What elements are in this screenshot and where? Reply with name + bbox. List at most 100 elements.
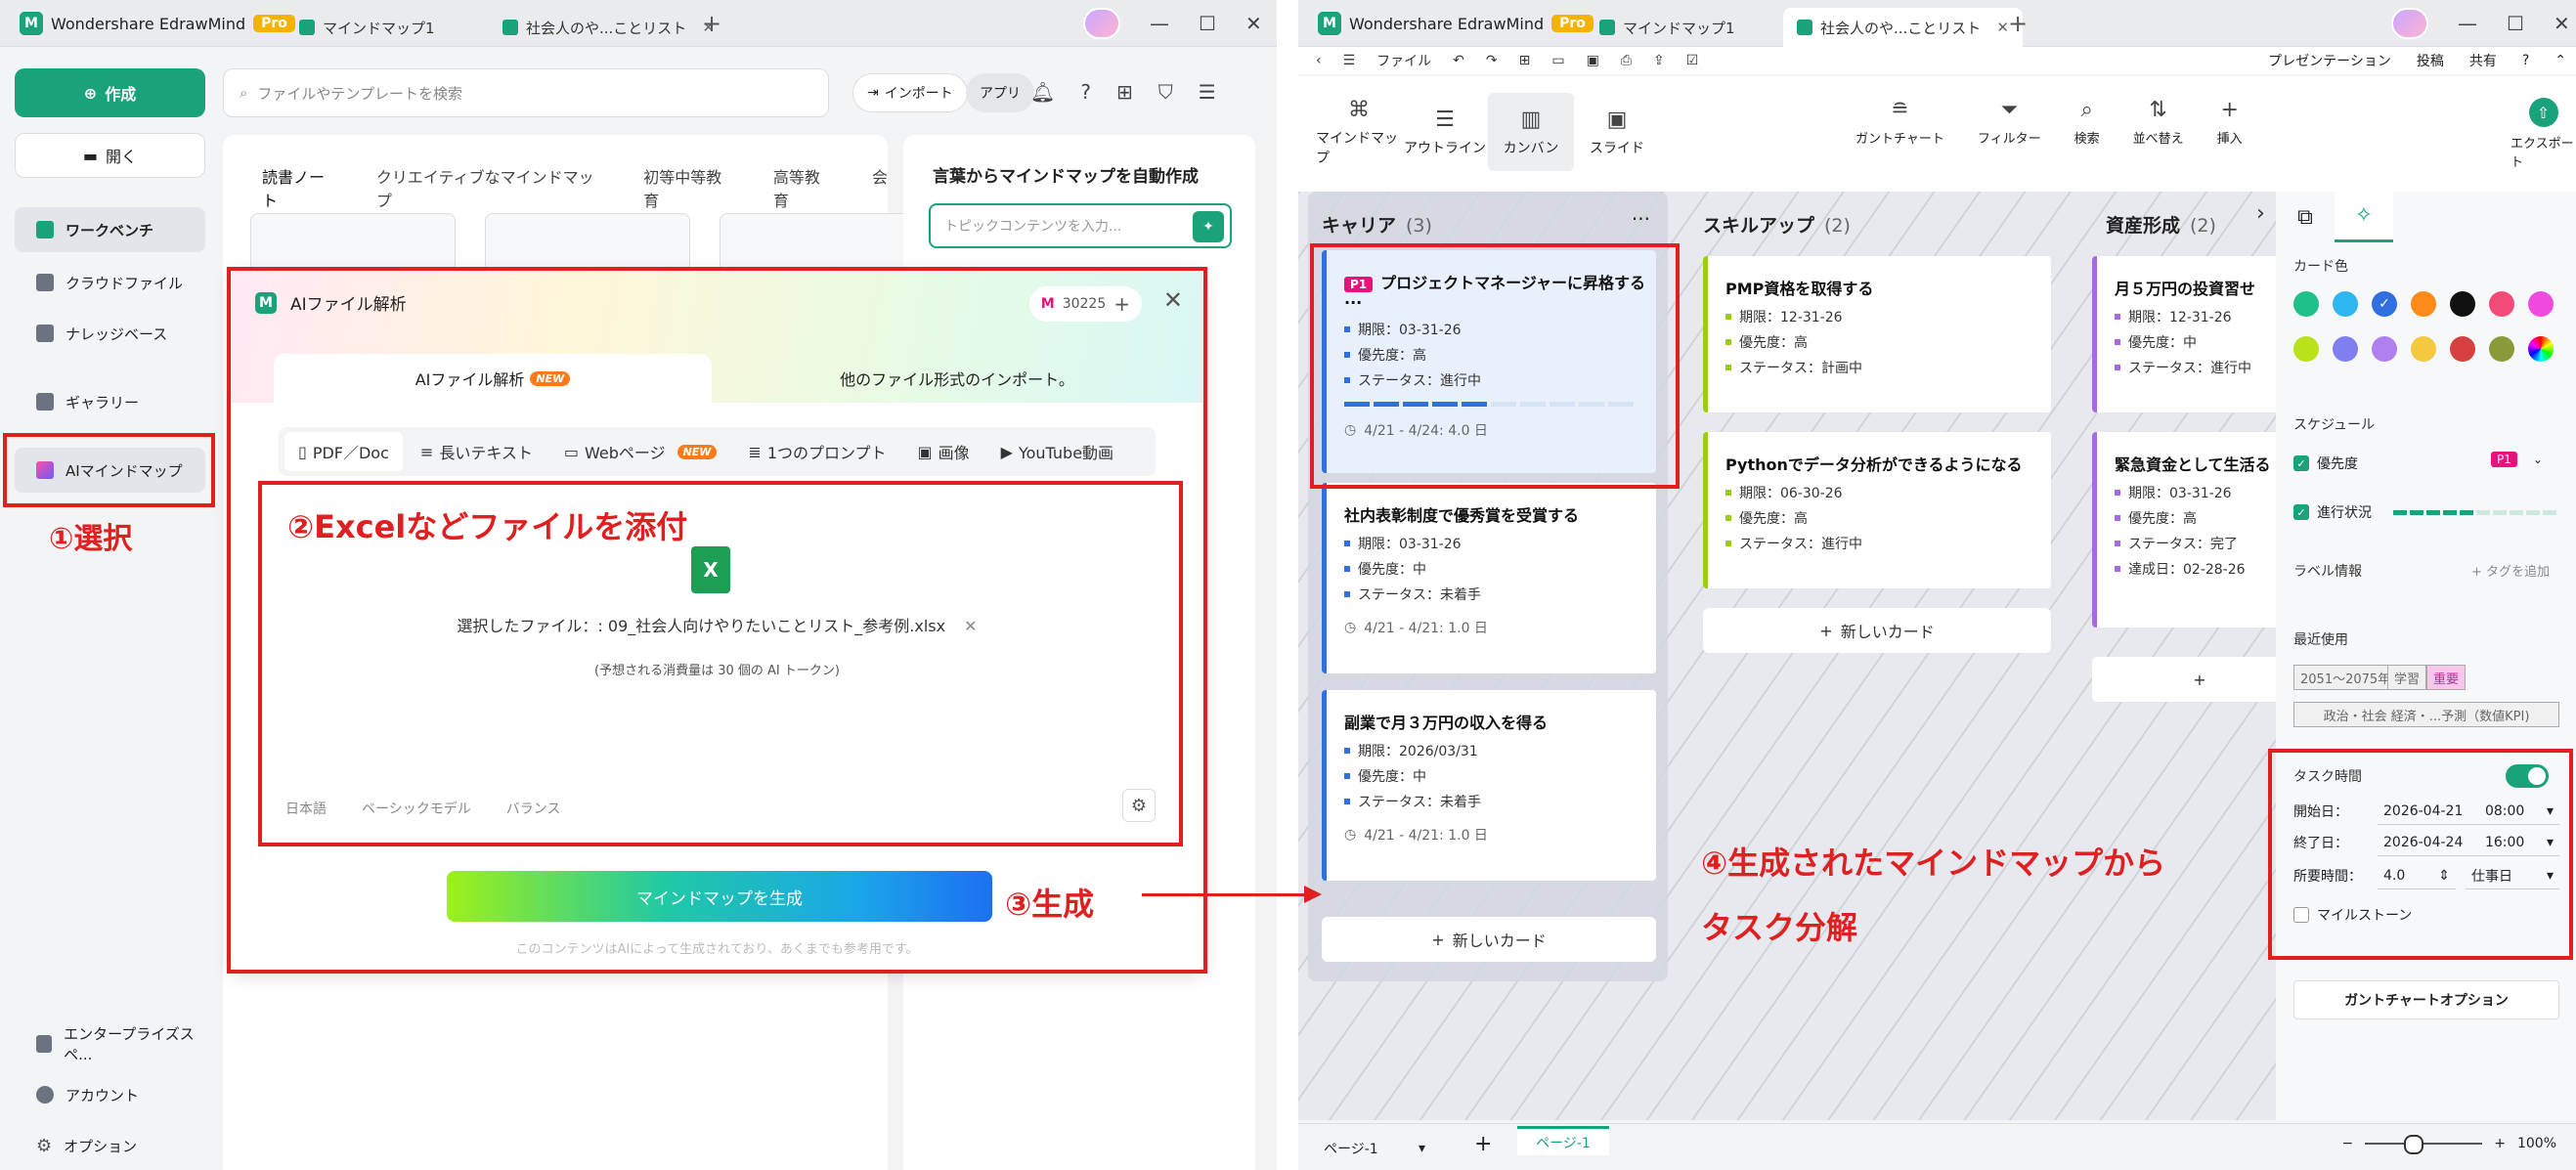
create-button[interactable]: ⊕ 作成 [15, 68, 205, 117]
tag[interactable]: 2051～2075年 [2293, 665, 2398, 690]
zoom-level[interactable]: 100% [2517, 1136, 2556, 1151]
sidebar-item-account[interactable]: アカウント [15, 1075, 205, 1114]
view-mindmap[interactable]: ⌘ マインドマップ [1316, 93, 1402, 171]
back-icon[interactable]: ‹ [1316, 53, 1322, 68]
avatar[interactable] [2391, 8, 2428, 39]
kanban-card[interactable]: 副業で月３万円の収入を得る 期限：2026/03/31 優先度：中 ステータス：… [1322, 690, 1656, 881]
search-input[interactable]: ⌕ ファイルやテンプレートを検索 [223, 68, 829, 117]
progress-checkbox[interactable]: ✓ 進行状況 [2293, 502, 2372, 522]
maximize-icon[interactable]: ☐ [1199, 12, 1216, 35]
page-select[interactable]: ページ-1 ▾ [1316, 1136, 1433, 1161]
priority-checkbox[interactable]: ✓ 優先度 [2293, 454, 2358, 473]
sidebar-item-knowledge[interactable]: ナレッジベース [15, 311, 205, 356]
kanban-card[interactable]: 緊急資金として生活る 期限：03-31-26 優先度：高 ステータス：完了 達成… [2092, 432, 2276, 628]
avatar[interactable] [1083, 8, 1120, 39]
filter-button[interactable]: ⏷ フィルター [1978, 98, 2041, 147]
kanban-card[interactable]: 社内表彰制度で優秀賞を受賞する 期限：03-31-26 優先度：中 ステータス：… [1322, 483, 1656, 673]
close-window-icon[interactable]: ✕ [1245, 12, 1262, 35]
color-swatch[interactable] [2372, 336, 2397, 362]
collapse-icon[interactable]: ⌃ [2554, 53, 2566, 68]
color-swatch[interactable] [2333, 336, 2358, 362]
view-kanban[interactable]: ▥ カンバン [1488, 93, 1574, 171]
color-swatch[interactable] [2293, 336, 2319, 362]
color-swatch[interactable] [2333, 291, 2358, 317]
open-button[interactable]: ▬ 開く [15, 133, 205, 178]
add-tag-button[interactable]: + タグを追加 [2471, 561, 2550, 580]
view-slide[interactable]: ▣ スライド [1574, 93, 1660, 171]
menu-icon[interactable]: ☰ [1199, 80, 1216, 104]
sparkle-icon[interactable]: ✦ [1193, 211, 1224, 242]
color-swatch[interactable] [2450, 336, 2475, 362]
print-icon[interactable]: ⎙ [1621, 53, 1632, 68]
tab-mindmap1[interactable]: マインドマップ1 [285, 8, 449, 47]
topic-input[interactable]: トピックコンテンツを入力... ✦ [929, 203, 1232, 248]
color-swatch-selected[interactable]: ✓ [2372, 291, 2397, 317]
app-button[interactable]: アプリ [966, 73, 1034, 112]
progress-slider[interactable] [2393, 510, 2556, 515]
add-page-icon[interactable]: + [1474, 1132, 1492, 1156]
template-thumbnail[interactable] [720, 213, 925, 272]
tag[interactable]: 重要 [2426, 665, 2467, 690]
view-outline[interactable]: ☰ アウトライン [1402, 93, 1488, 171]
bell-icon[interactable]: 🔔︎ [1030, 80, 1055, 104]
sidebar-item-workbench[interactable]: ワークベンチ [15, 207, 205, 252]
tab-social-list[interactable]: 社会人のや...ことリスト ✕ [489, 8, 728, 47]
color-swatch[interactable] [2293, 291, 2319, 317]
minimize-icon[interactable]: — [2458, 12, 2477, 35]
zoom-out-icon[interactable]: − [2342, 1136, 2354, 1151]
chevron-right-icon[interactable]: › [2256, 201, 2265, 226]
color-swatch[interactable] [2450, 291, 2475, 317]
kanban-card[interactable]: Pythonでデータ分析ができるようになる 期限：06-30-26 優先度：高 … [1703, 432, 2051, 588]
page-tab[interactable]: ページ-1 [1517, 1126, 1609, 1155]
sidebar-item-enterprise[interactable]: エンタープライズスペ... [15, 1024, 205, 1063]
priority-select[interactable]: P1 ⌄ [2491, 452, 2543, 467]
sidebar-item-gallery[interactable]: ギャラリー [15, 379, 205, 424]
tag[interactable]: 政治・社会 経済・...予測（数値KPI) [2293, 702, 2559, 727]
share-button[interactable]: 共有 [2469, 51, 2497, 70]
insert-button[interactable]: + 挿入 [2217, 98, 2243, 147]
custom-color-icon[interactable] [2528, 336, 2554, 362]
export-icon[interactable]: ⇪ [1653, 53, 1665, 68]
color-swatch[interactable] [2489, 336, 2514, 362]
color-swatch[interactable] [2411, 336, 2436, 362]
help-icon[interactable]: ? [2522, 53, 2529, 68]
template-thumbnail[interactable] [485, 213, 690, 272]
minimize-icon[interactable]: — [1150, 12, 1169, 35]
help-icon[interactable]: ? [1080, 80, 1091, 104]
zoom-slider[interactable] [2365, 1135, 2483, 1154]
checkbox-icon[interactable]: ☑ [1686, 53, 1699, 68]
color-swatch[interactable] [2528, 291, 2554, 317]
tab-mindmap1[interactable]: マインドマップ1 [1586, 8, 1749, 47]
tag[interactable]: 学習 [2387, 665, 2427, 690]
gantt-options-button[interactable]: ガントチャートオプション [2293, 980, 2559, 1019]
search-button[interactable]: ⌕ 検索 [2074, 98, 2100, 147]
zoom-in-icon[interactable]: + [2494, 1136, 2506, 1151]
menu-file[interactable]: ファイル [1376, 51, 1431, 70]
tab-social-list[interactable]: 社会人のや...ことリスト ✕ [1783, 8, 2023, 47]
new-tab-icon[interactable]: + [702, 10, 721, 37]
tab-card-props[interactable]: ⧉ [2276, 192, 2335, 242]
sidebar-item-cloud[interactable]: クラウドファイル [15, 260, 205, 305]
close-icon[interactable]: ✕ [1996, 19, 2009, 36]
publish-button[interactable]: 投稿 [2417, 51, 2444, 70]
maximize-icon[interactable]: ☐ [2507, 12, 2524, 35]
new-card-button[interactable]: + 新しいカード [1703, 608, 2051, 653]
kanban-card[interactable]: PMP資格を取得する 期限：12-31-26 優先度：高 ステータス：計画中 [1703, 256, 2051, 412]
more-icon[interactable]: ··· [1632, 207, 1650, 231]
color-swatch[interactable] [2489, 291, 2514, 317]
open-folder-icon[interactable]: ▭ [1551, 53, 1564, 68]
sort-button[interactable]: ⇅ 並べ替え [2133, 98, 2184, 147]
color-swatch[interactable] [2411, 291, 2436, 317]
kanban-card[interactable]: 月５万円の投資習せ 期限：12-31-26 優先度：中 ステータス：進行中 [2092, 256, 2276, 412]
new-tab-icon[interactable]: + [2008, 10, 2028, 37]
close-window-icon[interactable]: ✕ [2554, 12, 2570, 35]
tab-ai-props[interactable]: ✧ [2335, 192, 2393, 242]
shirt-icon[interactable]: ⛉ [1158, 80, 1173, 104]
undo-icon[interactable]: ↶ [1453, 53, 1464, 68]
import-button[interactable]: ⇥ インポート [852, 73, 968, 112]
export-button[interactable]: ⇧ エクスポート [2511, 98, 2576, 170]
grid-icon[interactable]: ⊞ [1116, 80, 1133, 104]
template-thumbnail[interactable] [250, 213, 456, 272]
gantt-button[interactable]: ≘ ガントチャート [1856, 98, 1944, 147]
new-file-icon[interactable]: ⊞ [1519, 53, 1531, 68]
